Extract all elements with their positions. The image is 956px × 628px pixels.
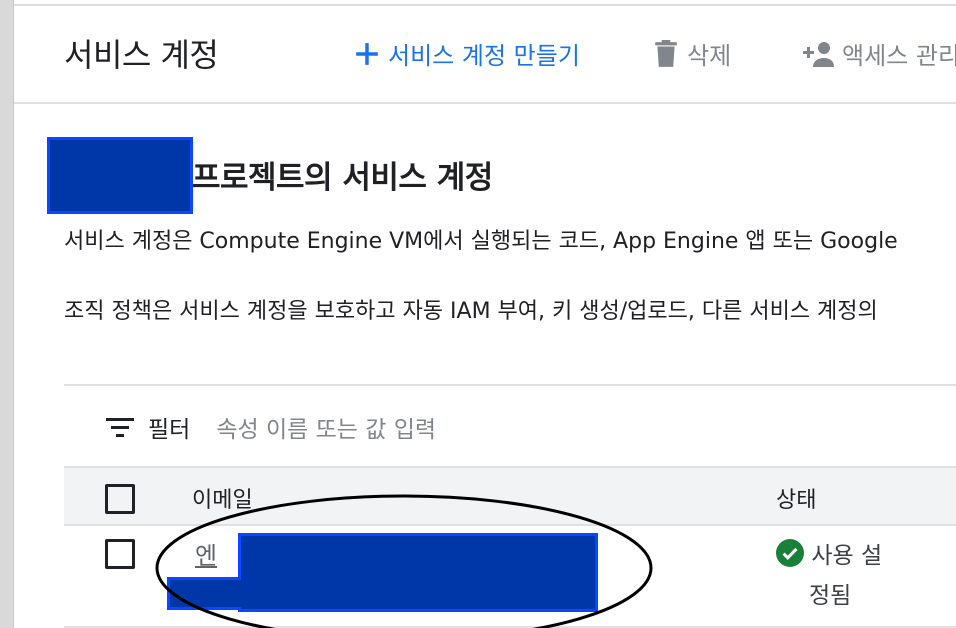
add-person-icon: [803, 41, 834, 67]
redacted-email-continuation: [167, 577, 241, 610]
delete-label: 삭제: [687, 42, 732, 70]
header-divider: [14, 102, 956, 104]
manage-access-label: 액세스 관리: [842, 42, 956, 70]
page-title: 서비스 계정: [64, 36, 219, 74]
manage-access-button[interactable]: 액세스 관리: [800, 36, 956, 71]
plus-icon: [356, 42, 378, 65]
select-all-checkbox[interactable]: [105, 484, 135, 514]
filter-input[interactable]: 속성 이름 또는 값 입력: [216, 410, 436, 444]
filter-icon: [106, 418, 134, 437]
check-circle-icon: [776, 539, 804, 567]
column-header-email[interactable]: 이메일: [192, 482, 253, 514]
description-service-accounts: 서비스 계정은 Compute Engine VM에서 실행되는 코드, App…: [64, 229, 898, 254]
redacted-project-name: [47, 137, 193, 214]
create-service-account-button[interactable]: 서비스 계정 만들기: [354, 36, 580, 71]
table-header: 이메일 상태: [64, 466, 956, 526]
trash-icon: [655, 39, 677, 67]
status-cell: 사용 설 정됨: [776, 536, 896, 616]
top-divider: [14, 4, 956, 6]
service-account-email-link[interactable]: 엔: [195, 536, 217, 571]
section-title: 프로젝트의 서비스 계정: [192, 160, 493, 196]
delete-button[interactable]: 삭제: [653, 36, 731, 71]
filter-label: 필터: [148, 417, 191, 443]
filter-bar[interactable]: 필터 속성 이름 또는 값 입력: [106, 410, 436, 444]
description-org-policy: 조직 정책은 서비스 계정을 보호하고 자동 IAM 부여, 키 생성/업로드,…: [64, 299, 878, 324]
redacted-email: [238, 533, 598, 612]
row-checkbox[interactable]: [105, 539, 135, 569]
create-service-account-label: 서비스 계정 만들기: [388, 42, 580, 70]
table-top-divider: [64, 384, 956, 386]
column-header-status[interactable]: 상태: [776, 482, 816, 514]
status-text-line-2: 정됨: [809, 583, 852, 609]
status-text-line-1: 사용 설: [811, 543, 883, 569]
left-window-edge: [0, 0, 14, 628]
